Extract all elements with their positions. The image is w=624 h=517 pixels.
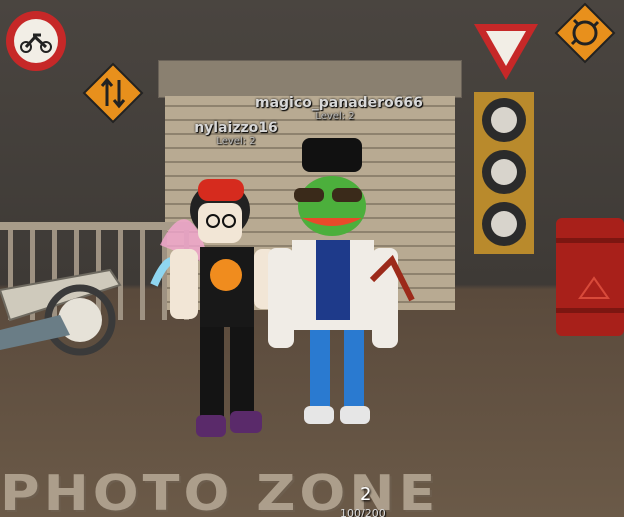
tire-rack xyxy=(474,92,534,254)
two-way-traffic-sign-icon xyxy=(82,62,144,124)
player-tag-magico: magico_panadero666 Level: 2 xyxy=(255,95,423,122)
yield-sign-icon xyxy=(474,24,538,80)
hud-counter: 2 xyxy=(360,484,372,505)
roundabout-sign-icon xyxy=(554,2,616,64)
red-barrel xyxy=(556,218,624,336)
hud-health: 100/200 xyxy=(340,507,386,517)
game-viewport[interactable]: magico_panadero666 Level: 2 nylaizzo16 L… xyxy=(0,0,624,517)
garage-header xyxy=(158,60,462,98)
avatar-magico[interactable] xyxy=(262,130,432,430)
photo-zone-floor-label: PHOTO ZONE xyxy=(0,465,440,517)
motorcycle-prop xyxy=(0,268,122,356)
motorcycle-prohibited-sign-icon xyxy=(6,11,66,71)
avatar-nylaizzo[interactable] xyxy=(150,165,280,445)
player-name: magico_panadero666 xyxy=(255,95,423,111)
